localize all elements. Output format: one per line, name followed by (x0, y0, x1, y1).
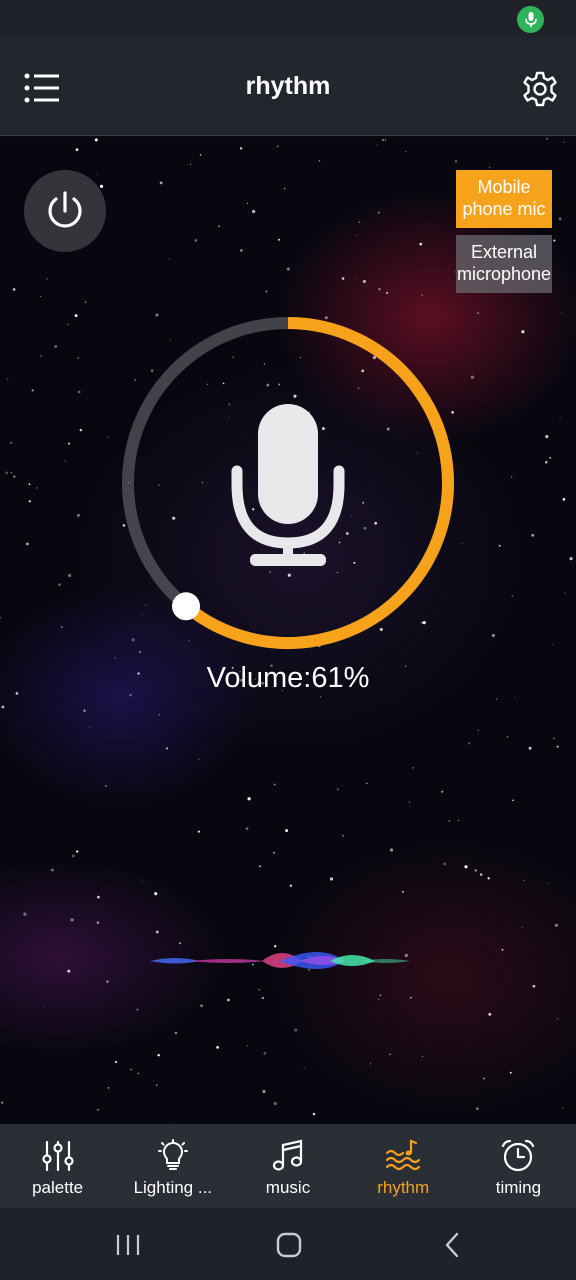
mobile-phone-mic-button[interactable]: Mobile phone mic (456, 170, 552, 228)
home-button[interactable] (269, 1228, 309, 1262)
microphone-in-use-icon (517, 6, 544, 33)
settings-button[interactable] (518, 67, 562, 111)
bottom-tab-bar: palette Lighting ... music rhythm timing (0, 1124, 576, 1208)
status-bar (0, 0, 576, 38)
sliders-icon (40, 1138, 76, 1174)
system-navigation-bar (0, 1208, 576, 1280)
volume-dial[interactable] (112, 307, 464, 659)
tab-label-palette: palette (32, 1178, 84, 1197)
home-icon (276, 1232, 302, 1258)
power-button[interactable] (24, 170, 106, 252)
tab-lighting[interactable]: Lighting ... (115, 1124, 230, 1208)
tab-label-timing: timing (495, 1178, 542, 1197)
alarm-clock-icon (500, 1138, 536, 1174)
tab-label-lighting: Lighting ... (133, 1178, 213, 1197)
volume-dial-handle[interactable] (172, 592, 201, 621)
page-title: rhythm (245, 72, 331, 100)
back-button[interactable] (432, 1228, 472, 1262)
gear-icon (523, 71, 557, 107)
power-icon (48, 191, 82, 228)
tab-label-rhythm: rhythm (377, 1178, 430, 1197)
tab-music[interactable]: music (230, 1124, 345, 1208)
app-bar: rhythm (0, 38, 576, 136)
rhythm-wave-icon (385, 1138, 421, 1174)
music-note-icon (270, 1138, 306, 1174)
volume-readout: Volume:61% (206, 662, 370, 694)
audio-waveform (14, 952, 562, 969)
recent-apps-icon (116, 1235, 140, 1255)
rhythm-stage: Mobile phone mic External microphone Vol… (0, 137, 576, 1124)
tab-rhythm[interactable]: rhythm (346, 1124, 461, 1208)
back-chevron-icon (445, 1232, 459, 1258)
recent-apps-button[interactable] (108, 1228, 148, 1262)
tab-label-music: music (265, 1178, 311, 1197)
microphone-icon (231, 404, 345, 566)
tab-palette[interactable]: palette (0, 1124, 115, 1208)
external-microphone-button[interactable]: External microphone (456, 235, 552, 293)
tab-timing[interactable]: timing (461, 1124, 576, 1208)
lightbulb-icon (155, 1138, 191, 1174)
